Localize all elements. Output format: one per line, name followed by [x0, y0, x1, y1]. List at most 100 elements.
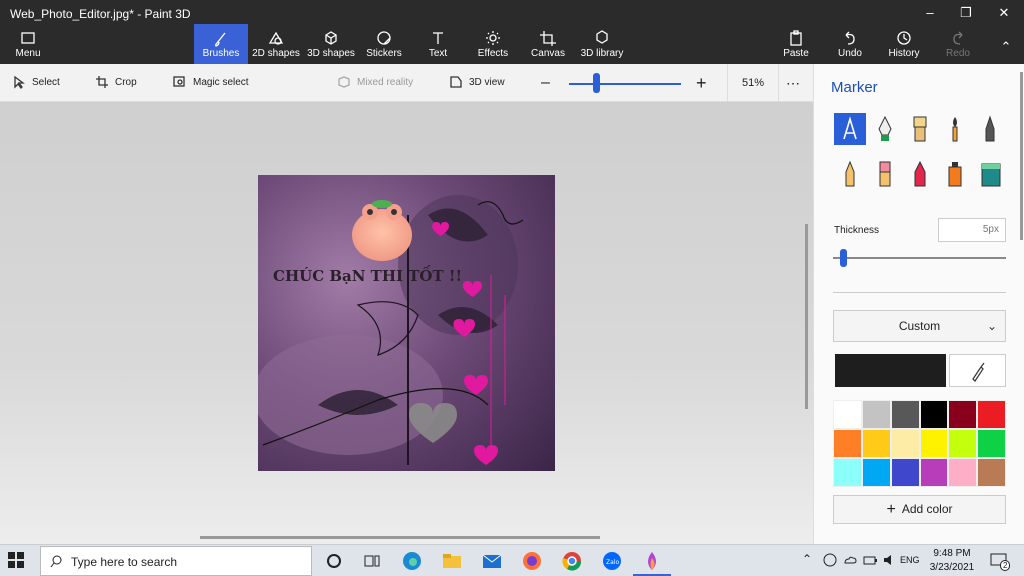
color-swatch[interactable] [919, 458, 949, 487]
2d-shapes-icon [268, 31, 284, 45]
color-swatch[interactable] [948, 429, 978, 458]
add-color-button[interactable]: + Add color [833, 495, 1006, 524]
color-swatch[interactable] [919, 429, 949, 458]
thickness-slider-thumb[interactable] [840, 249, 847, 267]
eyedropper-button[interactable] [949, 354, 1006, 387]
task-view-icon[interactable] [361, 550, 383, 572]
paint-3d-icon[interactable] [641, 550, 663, 572]
color-swatch[interactable] [833, 400, 862, 429]
clock-time: 9:48 PM [933, 548, 971, 559]
tray-app-icon[interactable] [822, 552, 844, 574]
edge-browser-icon[interactable] [401, 550, 423, 572]
menu-button[interactable]: Menu [8, 24, 48, 64]
color-swatch[interactable] [977, 400, 1006, 429]
paste-button[interactable]: Paste [778, 24, 814, 64]
tab-3d-library[interactable]: 3D library [578, 24, 626, 64]
eraser-icon [879, 161, 891, 187]
mixed-reality-button[interactable]: Mixed reality [337, 64, 413, 102]
select-label: Select [32, 77, 60, 88]
fill-button[interactable] [974, 158, 1006, 190]
select-button[interactable]: Select [12, 64, 60, 102]
vertical-scrollbar[interactable] [805, 224, 808, 409]
color-mode-dropdown[interactable]: Custom ⌄ [833, 310, 1006, 342]
pixel-pen-button[interactable] [974, 113, 1006, 145]
language-indicator[interactable]: ENG [900, 555, 920, 565]
taskbar-search-box[interactable]: Type here to search [40, 546, 312, 576]
chrome-icon[interactable] [561, 550, 583, 572]
color-swatch[interactable] [948, 400, 978, 429]
clock[interactable]: 9:48 PM 3/23/2021 [928, 547, 976, 575]
battery-icon[interactable] [862, 552, 884, 574]
3d-view-button[interactable]: 3D view [449, 64, 505, 102]
watercolor-button[interactable] [939, 113, 971, 145]
spray-can-button[interactable] [939, 158, 971, 190]
horizontal-scrollbar[interactable] [200, 536, 600, 539]
chevron-down-icon: ⌄ [986, 319, 997, 333]
redo-button[interactable]: Redo [940, 24, 976, 64]
crop-button[interactable]: Crop [95, 64, 137, 102]
close-button[interactable]: ✕ [986, 2, 1022, 24]
svg-text:Zalo: Zalo [606, 559, 619, 566]
tab-2d-shapes[interactable]: 2D shapes [250, 24, 302, 64]
mail-icon[interactable] [481, 550, 503, 572]
zoom-out-button[interactable]: – [541, 64, 550, 102]
color-swatch[interactable] [833, 429, 862, 458]
history-button[interactable]: History [884, 24, 924, 64]
calligraphy-pen-button[interactable] [869, 113, 901, 145]
color-swatch[interactable] [861, 458, 891, 487]
crayon-button[interactable] [904, 158, 936, 190]
paste-icon [790, 30, 802, 46]
more-options-button[interactable]: ⋯ [786, 64, 800, 102]
thickness-slider-track[interactable] [833, 257, 1006, 259]
collapse-ribbon-button[interactable]: ⌃ [988, 36, 1024, 58]
windows-start-icon[interactable] [8, 552, 24, 571]
color-swatch[interactable] [890, 458, 920, 487]
zoom-slider-track[interactable] [569, 83, 681, 85]
cortana-icon[interactable] [323, 550, 345, 572]
color-swatch[interactable] [977, 458, 1006, 487]
pencil-icon [845, 160, 855, 187]
redo-icon [953, 31, 963, 45]
undo-button[interactable]: Undo [832, 24, 868, 64]
color-swatch[interactable] [948, 458, 978, 487]
zoom-in-button[interactable]: + [696, 64, 707, 102]
mixed-reality-label: Mixed reality [357, 77, 414, 88]
zalo-icon[interactable]: Zalo [601, 550, 623, 572]
file-explorer-icon[interactable] [441, 550, 463, 572]
color-swatch[interactable] [890, 400, 920, 429]
firefox-icon[interactable] [521, 550, 543, 572]
color-swatch[interactable] [861, 400, 891, 429]
eraser-button[interactable] [869, 158, 901, 190]
color-swatch[interactable] [861, 429, 891, 458]
panel-scrollbar[interactable] [1020, 72, 1023, 240]
pencil-button[interactable] [834, 158, 866, 190]
tab-stickers[interactable]: Stickers [362, 24, 406, 64]
panel-divider [833, 292, 1006, 293]
color-swatch[interactable] [977, 429, 1006, 458]
zoom-slider-thumb[interactable] [593, 73, 600, 93]
current-color-swatch[interactable] [835, 354, 946, 387]
cloud-icon[interactable] [842, 552, 864, 574]
tab-text[interactable]: Text [418, 24, 458, 64]
canvas-workspace[interactable]: CHÚC BạN THI TỐT !! [0, 102, 813, 544]
thickness-input[interactable]: 5px [938, 218, 1006, 242]
tab-canvas[interactable]: Canvas [526, 24, 570, 64]
minimize-button[interactable]: – [912, 2, 948, 24]
tab-3d-shapes[interactable]: 3D shapes [305, 24, 357, 64]
zoom-value[interactable]: 51% [727, 64, 779, 102]
chevron-up-icon[interactable]: ⌃ [802, 552, 824, 574]
marker-brush-button[interactable] [834, 113, 866, 145]
notification-icon[interactable]: 2 [989, 551, 1011, 573]
tab-effects[interactable]: Effects [470, 24, 516, 64]
tab-brushes[interactable]: Brushes [194, 24, 248, 64]
color-swatch[interactable] [890, 429, 920, 458]
magic-select-button[interactable]: Magic select [173, 64, 249, 102]
canvas-image[interactable]: CHÚC BạN THI TỐT !! [258, 175, 555, 471]
3d-library-icon [596, 30, 608, 44]
restore-button[interactable]: ❐ [948, 2, 984, 24]
color-swatch[interactable] [919, 400, 949, 429]
color-swatch[interactable] [833, 458, 862, 487]
undo-icon [845, 31, 855, 45]
undo-label: Undo [838, 48, 862, 59]
oil-brush-button[interactable] [904, 113, 936, 145]
